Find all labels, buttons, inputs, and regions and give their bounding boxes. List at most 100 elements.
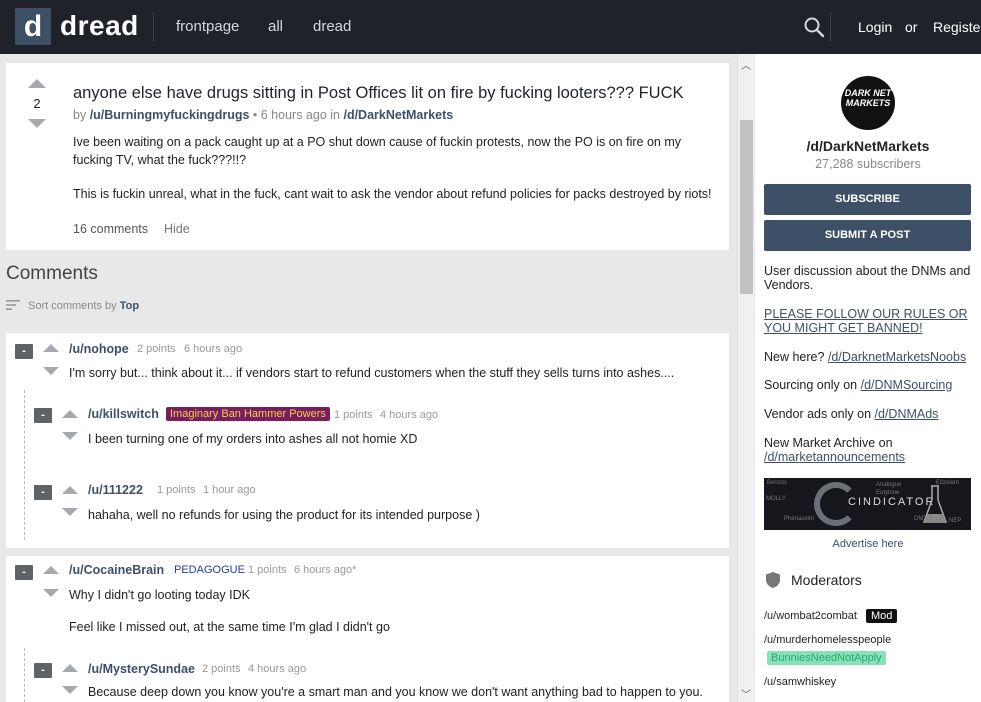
upvote-icon[interactable] [28,79,46,88]
downvote-icon[interactable] [43,589,59,597]
comment-time: 6 hours ago [184,343,243,355]
ad-banner[interactable]: Benzos Analogue Etizolam MOLLY Eutylone … [764,478,971,530]
upvote-icon[interactable] [62,486,78,494]
top-header: d dread frontpage all dread Login or Reg… [0,0,981,54]
flask-icon [922,485,948,523]
post-time: • 6 hours ago in [252,108,340,122]
scroll-up-icon[interactable]: ︿ [741,57,751,72]
subdread-description: User discussion about the DNMs and Vendo… [764,264,971,292]
post-body-paragraph: This is fuckin unreal, what in the fuck,… [73,187,712,201]
moderator-link[interactable]: /u/samwhiskey [764,676,836,688]
rules-link[interactable]: PLEASE FOLLOW OUR RULES OR YOU MIGHT GET… [764,307,974,335]
search-icon[interactable] [803,16,825,38]
subscribe-button[interactable]: SUBSCRIBE [764,184,971,215]
sourcing-line: Sourcing only on /d/DNMSourcing [764,378,974,392]
comment-author[interactable]: /u/CocaineBrain [69,563,164,577]
downvote-icon[interactable] [43,367,59,375]
header-divider [153,12,154,42]
subscriber-count: 27,288 subscribers [815,157,921,171]
comment-author[interactable]: /u/nohope [69,342,129,356]
collapse-button[interactable]: - [15,344,33,359]
post-sub-link[interactable]: /d/DarkNetMarkets [343,108,453,122]
downvote-icon[interactable] [28,119,46,128]
downvote-icon[interactable] [62,508,78,516]
register-link[interactable]: Register [933,19,981,35]
comment-thread: - /u/CocaineBrain PEDAGOGUE 1 points 6 h… [6,556,729,702]
sort-icon[interactable] [6,299,20,311]
hide-link[interactable]: Hide [164,222,190,236]
header-divider [830,12,831,42]
post-score: 2 [33,96,41,111]
upvote-icon[interactable] [62,410,78,418]
nav-frontpage[interactable]: frontpage [176,18,239,35]
dread-logo-icon[interactable]: d [15,8,51,45]
nav-dread[interactable]: dread [313,18,351,35]
subdread-logo: DARK NET MARKETS [841,76,895,130]
noobs-link[interactable]: /d/DarknetMarketsNoobs [828,350,966,364]
ad-word: Analogue [876,482,902,488]
site-logo-text[interactable]: dread [60,10,139,42]
comment-text: Feel like I missed out, at the same time… [69,620,390,634]
thread-line [24,390,25,540]
advertise-link[interactable]: Advertise here [755,538,981,550]
new-here-label: New here? [764,350,825,364]
archive-link[interactable]: /d/marketannouncements [764,450,905,464]
moderator-link[interactable]: /u/murderhomelesspeople [764,634,891,646]
scrollbar-thumb[interactable] [740,120,753,294]
archive-label: New Market Archive on [764,436,893,450]
upvote-icon[interactable] [43,344,59,352]
comment-text: I been turning one of my orders into ash… [88,432,418,446]
archive-line: New Market Archive on /d/marketannouncem… [764,436,974,464]
downvote-icon[interactable] [62,686,78,694]
post-card: 2 anyone else have drugs sitting in Post… [6,63,729,250]
moderator-link[interactable]: /u/wombat2combat [764,610,857,622]
vendor-label: Vendor ads only on [764,407,872,421]
ad-word: NEP [949,518,962,524]
submit-post-button[interactable]: SUBMIT A POST [764,220,971,251]
comment-text: I'm sorry but... think about it... if ve… [69,366,675,380]
collapse-button[interactable]: - [15,565,33,580]
comment-time: 4 hours ago [248,663,307,675]
collapse-button[interactable]: - [34,663,52,678]
main-scrollbar[interactable]: ︿ ﹀ [737,54,754,702]
comment-points: 2 points [202,663,241,675]
collapse-button[interactable]: - [34,408,52,423]
comment-time: 4 hours ago [380,409,439,421]
vendor-ads-line: Vendor ads only on /d/DNMAds [764,407,974,421]
ad-word: Phenacetin [784,516,815,522]
upvote-icon[interactable] [43,566,59,574]
comment-author[interactable]: /u/MysterySundae [88,662,195,676]
collapse-button[interactable]: - [34,485,52,500]
login-link[interactable]: Login [858,19,892,35]
comment-points: 1 points [157,484,196,496]
sourcing-link[interactable]: /d/DNMSourcing [861,378,953,392]
post-meta: by /u/Burningmyfuckingdrugs • 6 hours ag… [73,108,453,122]
comment-thread: - /u/nohope 2 points 6 hours ago I'm sor… [6,333,729,548]
comment-time: 1 hour ago [203,484,256,496]
sort-value[interactable]: Top [120,300,139,312]
mod-flair-badge: BunniesNeedNotApply [767,651,886,665]
post-title[interactable]: anyone else have drugs sitting in Post O… [73,84,684,103]
comment-author[interactable]: /u/111222 [88,483,143,497]
subdread-name[interactable]: /d/DarkNetMarkets [755,138,981,154]
comment-points: 1 points [334,409,373,421]
downvote-icon[interactable] [62,432,78,440]
vendor-ads-link[interactable]: /d/DNMAds [875,407,939,421]
comments-link[interactable]: 16 comments [73,222,148,236]
comment-author[interactable]: /u/killswitch [88,407,159,421]
sort-label: Sort comments by [28,300,117,312]
ad-word: Benzos [767,480,788,486]
sort-control[interactable]: Sort comments by Top [28,300,139,312]
scroll-down-icon[interactable]: ﹀ [741,686,751,701]
comments-heading: Comments [6,263,98,284]
user-flair-badge: Imaginary Ban Hammer Powers [166,407,330,421]
comment-text: Why I didn't go looting today IDK [69,588,250,602]
nav-all[interactable]: all [268,18,283,35]
moderators-heading: Moderators [791,572,862,588]
comment-points: 1 points [248,564,287,576]
upvote-icon[interactable] [62,664,78,672]
comment-time: 6 hours ago* [294,564,357,576]
post-author-link[interactable]: /u/Burningmyfuckingdrugs [90,108,250,122]
shield-icon [766,572,780,588]
comment-text: Because deep down you know you're a smar… [88,685,703,699]
